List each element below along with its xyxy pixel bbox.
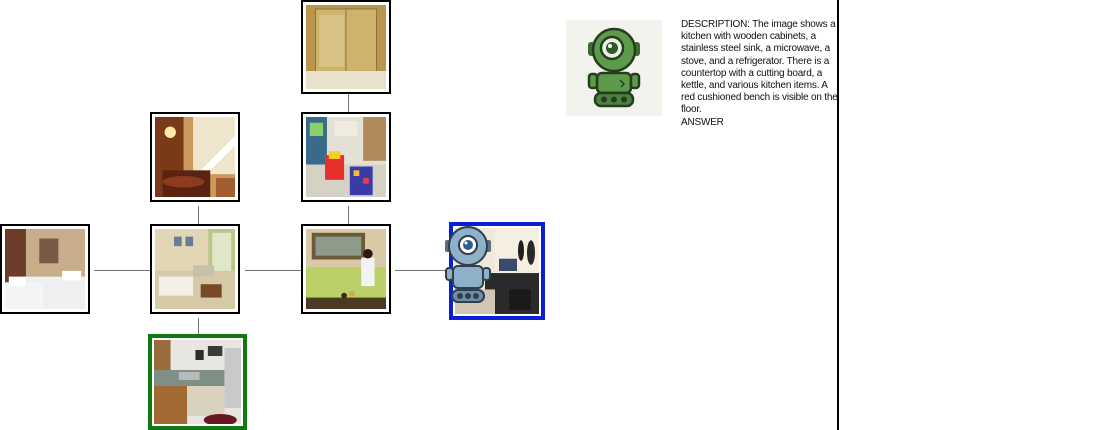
agent-robot-icon (445, 226, 491, 303)
playroom-thumbnail (306, 117, 386, 197)
green-room-thumbnail (306, 229, 386, 309)
node-bedroom[interactable] (0, 224, 90, 314)
dining-room-thumbnail (155, 117, 235, 197)
panel-robot-icon (566, 20, 662, 116)
panel-divider (837, 0, 839, 430)
shower-thumbnail (306, 5, 386, 89)
living-room-thumbnail (155, 229, 235, 309)
navigation-graph (0, 0, 1110, 430)
graph-edge (348, 206, 349, 225)
node-living-room[interactable] (150, 224, 240, 314)
graph-edge (245, 270, 302, 271)
graph-edge (94, 270, 151, 271)
kitchen-thumbnail (154, 340, 241, 424)
node-playroom[interactable] (301, 112, 391, 202)
description-text: DESCRIPTION: The image shows a kitchen w… (681, 19, 838, 128)
node-green-room[interactable] (301, 224, 391, 314)
node-shower[interactable] (301, 0, 391, 94)
node-kitchen-goal[interactable] (148, 334, 247, 430)
bedroom-thumbnail (5, 229, 85, 309)
graph-edge (348, 94, 349, 113)
graph-edge (198, 206, 199, 225)
node-dining-room[interactable] (150, 112, 240, 202)
